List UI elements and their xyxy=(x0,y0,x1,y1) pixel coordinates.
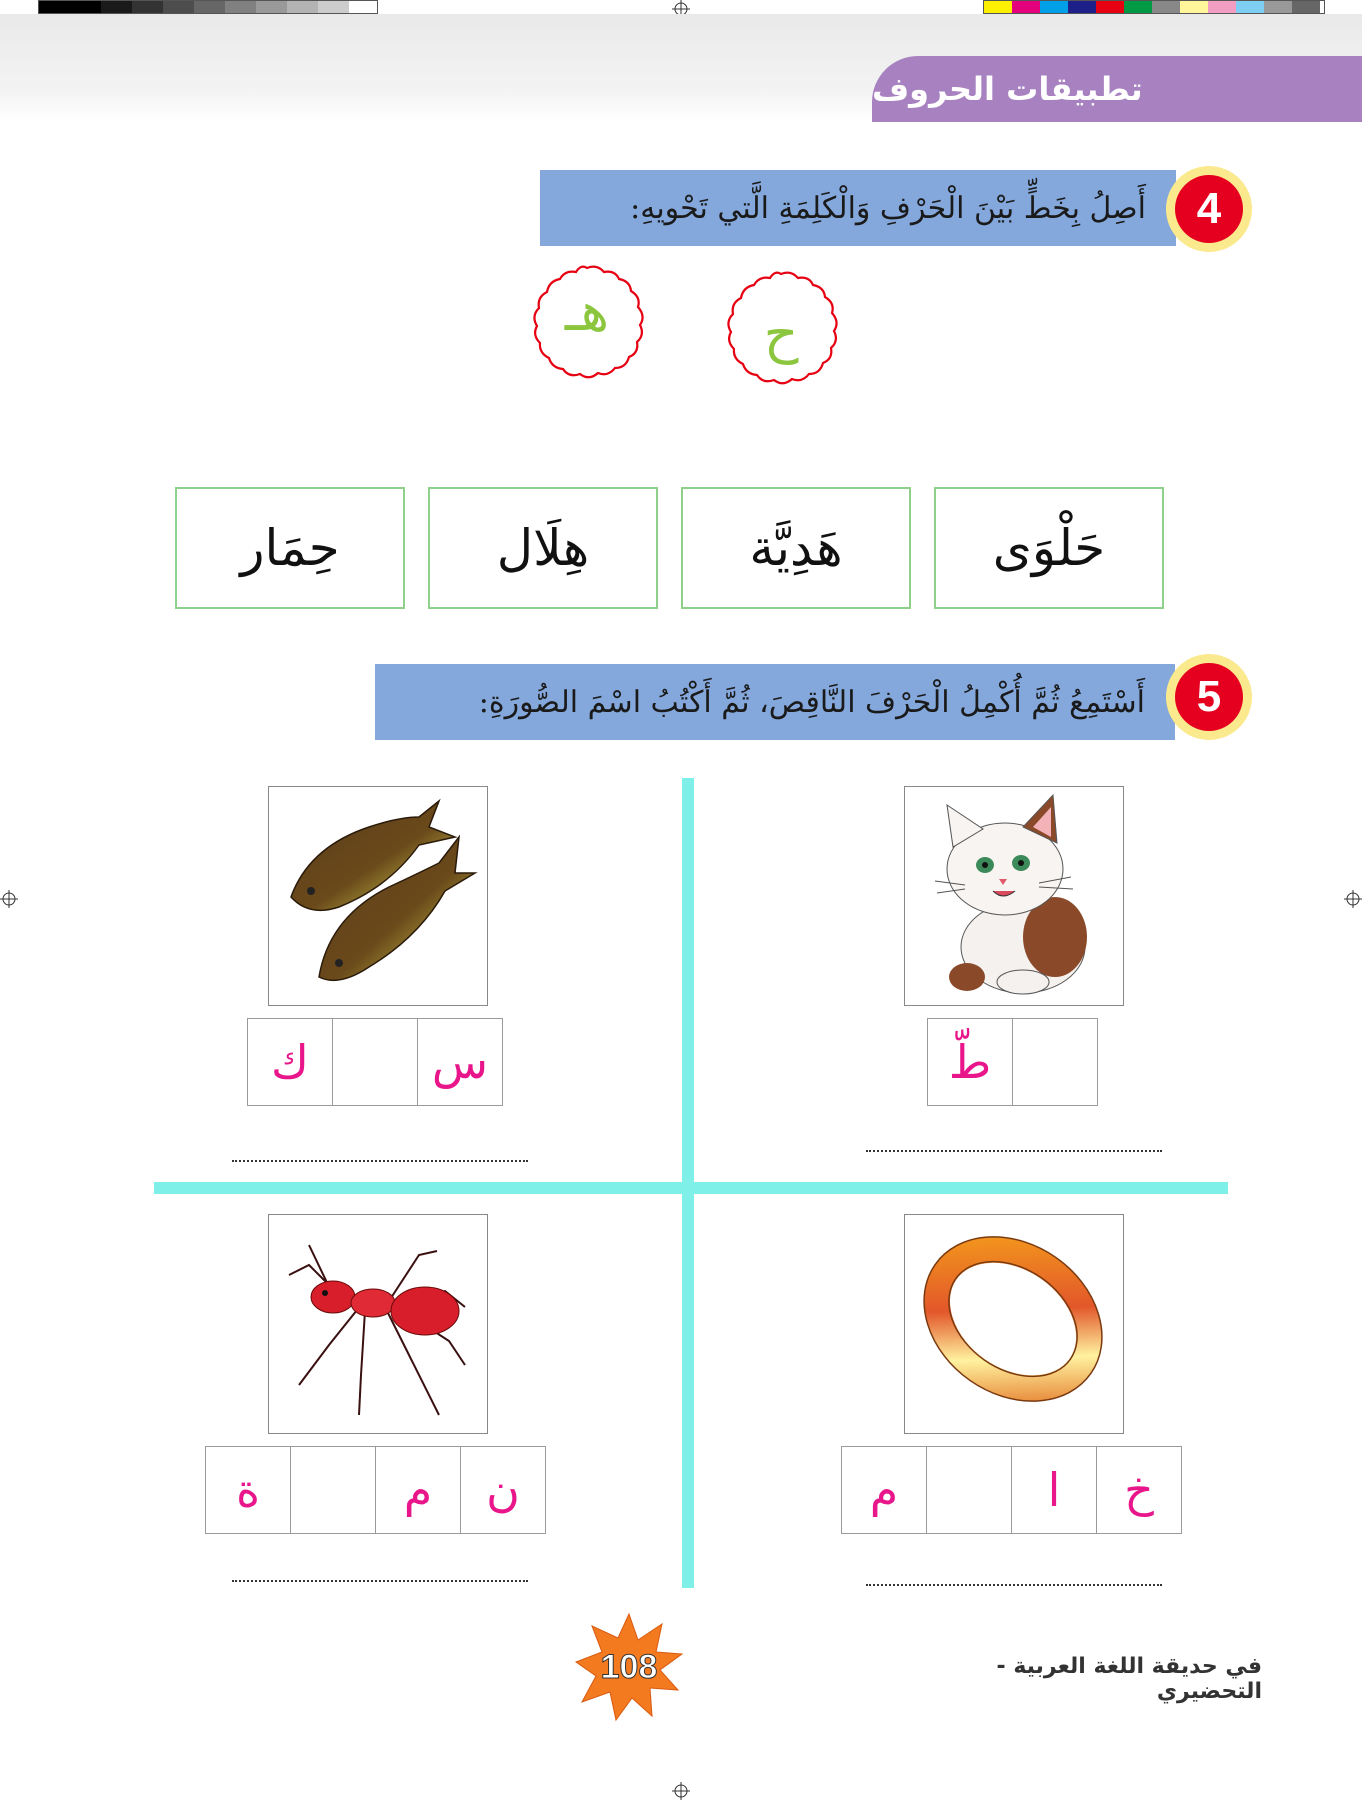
q5-number-badge: 5 xyxy=(1166,654,1252,740)
q5-number: 5 xyxy=(1175,663,1243,731)
word-halwa: حَلْوَى xyxy=(992,519,1106,577)
page-number-star: 108 xyxy=(574,1612,684,1722)
word-box-himar[interactable]: حِمَار xyxy=(175,487,405,609)
word-hilal: هِلَال xyxy=(496,519,590,577)
grayscale-strip xyxy=(38,0,378,14)
q4-number-badge: 4 xyxy=(1166,166,1252,252)
letter-cell[interactable] xyxy=(926,1446,1012,1534)
word-hadiya: هَدِيَّة xyxy=(749,519,843,577)
ant-answer-line[interactable] xyxy=(232,1580,528,1582)
ring-picture xyxy=(904,1214,1124,1434)
registration-mark-icon xyxy=(672,1782,690,1800)
q4-instruction-bar: أَصِلُ بِخَطٍّ بَيْنَ الْحَرْفِ وَالْكَل… xyxy=(540,170,1176,246)
q4-instruction: أَصِلُ بِخَطٍّ بَيْنَ الْحَرْفِ وَالْكَل… xyxy=(630,190,1146,226)
section-title-tab: تطبيقات الحروف xyxy=(872,56,1362,122)
ant-picture xyxy=(268,1214,488,1434)
fish-letter-cells: س ك xyxy=(247,1018,503,1106)
letter-cell[interactable]: م xyxy=(841,1446,927,1534)
letter-cell[interactable]: طّ xyxy=(927,1018,1013,1106)
q5-instruction: أَسْتَمِعُ ثُمَّ أُكْمِلُ الْحَرْفَ النَ… xyxy=(478,684,1145,720)
letter-cell[interactable] xyxy=(1012,1018,1098,1106)
letter-circle-haa[interactable]: هـ xyxy=(522,262,652,392)
word-box-halwa[interactable]: حَلْوَى xyxy=(934,487,1164,609)
letter-cell[interactable]: ا xyxy=(1011,1446,1097,1534)
registration-mark-icon xyxy=(0,890,18,908)
letter-cell[interactable]: م xyxy=(375,1446,461,1534)
cat-answer-line[interactable] xyxy=(866,1150,1162,1152)
cat-picture xyxy=(904,786,1124,1006)
q5-instruction-bar: أَسْتَمِعُ ثُمَّ أُكْمِلُ الْحَرْفَ النَ… xyxy=(375,664,1175,740)
letter-cell[interactable]: س xyxy=(417,1018,503,1106)
page-number: 108 xyxy=(600,1647,658,1686)
word-box-hadiya[interactable]: هَدِيَّة xyxy=(681,487,911,609)
letter-cell[interactable] xyxy=(290,1446,376,1534)
ant-letter-cells: ن م ة xyxy=(205,1446,546,1534)
letter-ha: ح xyxy=(763,301,799,365)
word-himar: حِمَار xyxy=(240,519,340,577)
letter-haa: هـ xyxy=(564,280,610,343)
ring-letter-cells: خ ا م xyxy=(841,1446,1182,1534)
word-box-hilal[interactable]: هِلَال xyxy=(428,487,658,609)
book-title: في حديقة اللغة العربية - التحضيري xyxy=(996,1654,1262,1704)
quadrant-divider-horizontal xyxy=(154,1182,1228,1194)
letter-cell[interactable]: ك xyxy=(247,1018,333,1106)
ring-answer-line[interactable] xyxy=(866,1584,1162,1586)
cat-letter-cells: طّ xyxy=(927,1018,1098,1106)
letter-circle-ha[interactable]: ح xyxy=(716,268,846,398)
section-title: تطبيقات الحروف xyxy=(872,70,1143,108)
q4-number: 4 xyxy=(1175,175,1243,243)
registration-mark-icon xyxy=(1344,890,1362,908)
letter-cell[interactable]: ن xyxy=(460,1446,546,1534)
letter-cell[interactable]: خ xyxy=(1096,1446,1182,1534)
color-strip xyxy=(983,0,1325,14)
fish-answer-line[interactable] xyxy=(232,1160,528,1162)
letter-cell[interactable]: ة xyxy=(205,1446,291,1534)
fish-picture xyxy=(268,786,488,1006)
letter-cell[interactable] xyxy=(332,1018,418,1106)
